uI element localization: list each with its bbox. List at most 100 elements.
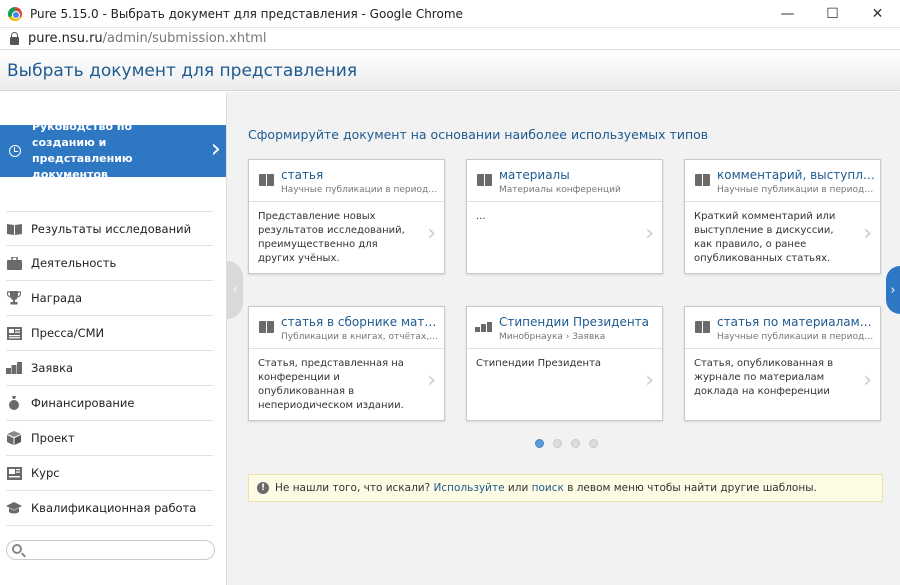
guide-button[interactable]: Руководство по созданию и представлению … xyxy=(0,120,226,181)
card-title[interactable]: статья по материалам конференции xyxy=(717,315,875,329)
carousel-next-button[interactable]: › xyxy=(886,266,900,314)
notice-text-after: в левом меню чтобы найти другие шаблоны. xyxy=(567,482,817,494)
book-icon xyxy=(695,321,710,333)
card-subtitle: Научные публикации в периодических издан… xyxy=(281,185,439,195)
chevron-right-icon[interactable]: › xyxy=(645,370,654,392)
money-icon xyxy=(475,322,493,332)
sidebar: Руководство по созданию и представлению … xyxy=(0,92,226,585)
card-title[interactable]: статья в сборнике материалов конференции xyxy=(281,315,439,329)
url-text[interactable]: pure.nsu.ru/admin/submission.xhtml xyxy=(28,31,266,46)
page-title: Выбрать документ для представления xyxy=(7,61,358,81)
chevron-right-icon[interactable]: › xyxy=(645,223,654,245)
sidebar-item-label: Заявка xyxy=(31,361,74,375)
template-card[interactable]: материалы Материалы конференций ... › xyxy=(466,159,663,274)
book-icon xyxy=(695,174,710,186)
chrome-icon xyxy=(8,6,22,21)
sidebar-item-thesis[interactable]: Квалификационная работа xyxy=(6,491,213,526)
help-notice: ! Не нашли того, что искали? Используйте… xyxy=(248,474,883,502)
clock-icon xyxy=(9,145,21,157)
book-icon xyxy=(477,174,492,186)
sidebar-item-label: Проект xyxy=(31,431,75,445)
book-icon xyxy=(259,321,274,333)
sidebar-item-course[interactable]: Курс xyxy=(6,456,213,491)
card-header: статья в сборнике материалов конференции… xyxy=(249,307,444,349)
address-bar[interactable]: pure.nsu.ru/admin/submission.xhtml xyxy=(0,28,900,50)
presentation-icon xyxy=(6,466,22,480)
chevron-right-icon[interactable]: › xyxy=(863,223,872,245)
card-description: Статья, представленная на конференции и … xyxy=(258,358,404,411)
window-controls: — ☐ ✕ xyxy=(765,0,900,28)
close-button[interactable]: ✕ xyxy=(855,0,900,28)
sidebar-search-input[interactable] xyxy=(6,540,215,560)
sidebar-item-label: Деятельность xyxy=(31,256,117,270)
lock-icon xyxy=(10,31,19,45)
pager-dot[interactable] xyxy=(553,439,562,448)
carousel-pager xyxy=(535,439,607,448)
card-header: Стипендии Президента Минобрнаука › Заявк… xyxy=(467,307,662,349)
newspaper-icon xyxy=(6,326,22,340)
card-title[interactable]: статья xyxy=(281,168,439,182)
template-card[interactable]: статья по материалам конференции Научные… xyxy=(684,306,881,421)
book-icon xyxy=(6,222,22,236)
template-card[interactable]: Стипендии Президента Минобрнаука › Заявк… xyxy=(466,306,663,421)
maximize-button[interactable]: ☐ xyxy=(810,0,855,28)
book-icon xyxy=(259,174,274,186)
url-path: /admin/submission.xhtml xyxy=(102,31,267,46)
chevron-left-icon: ‹ xyxy=(232,282,238,298)
sidebar-item-application[interactable]: Заявка xyxy=(6,351,213,386)
card-header: статья Научные публикации в периодически… xyxy=(249,160,444,202)
card-description: Краткий комментарий или выступление в ди… xyxy=(694,211,836,264)
sidebar-item-project[interactable]: Проект xyxy=(6,421,213,456)
main-panel: Сформируйте документ на основании наибол… xyxy=(226,92,900,585)
pager-dot[interactable] xyxy=(589,439,598,448)
briefcase-icon xyxy=(6,256,22,270)
card-subtitle: Публикации в книгах, отчётах, сборниках xyxy=(281,332,439,342)
sidebar-item-research-output[interactable]: Результаты исследований xyxy=(6,211,213,246)
card-title[interactable]: комментарий, выступление в дискуссии xyxy=(717,168,875,182)
chevron-right-icon[interactable]: › xyxy=(427,370,436,392)
card-description: Стипендии Президента xyxy=(476,358,602,369)
search-icon xyxy=(12,544,22,554)
window-titlebar: Pure 5.15.0 - Выбрать документ для предс… xyxy=(0,0,900,28)
sidebar-nav: Результаты исследований Деятельность Наг… xyxy=(6,211,213,526)
sidebar-item-award[interactable]: Награда xyxy=(6,281,213,316)
notice-link-search[interactable]: поиск xyxy=(532,482,564,494)
pager-dot[interactable] xyxy=(571,439,580,448)
page-header: Выбрать документ для представления xyxy=(0,51,900,91)
chevron-right-icon[interactable]: › xyxy=(863,370,872,392)
card-header: комментарий, выступление в дискуссии Нау… xyxy=(685,160,880,202)
card-title[interactable]: Стипендии Президента xyxy=(499,315,657,329)
notice-link-use[interactable]: Используйте xyxy=(434,482,505,494)
window-title: Pure 5.15.0 - Выбрать документ для предс… xyxy=(30,6,463,21)
card-title[interactable]: материалы xyxy=(499,168,657,182)
card-header: материалы Материалы конференций xyxy=(467,160,662,202)
moneybag-icon xyxy=(6,396,22,410)
guide-label: Руководство по созданию и представлению … xyxy=(32,120,133,181)
notice-text: Не нашли того, что искали? Используйте и… xyxy=(275,482,817,494)
sidebar-item-label: Курс xyxy=(31,466,60,480)
card-header: статья по материалам конференции Научные… xyxy=(685,307,880,349)
template-card[interactable]: комментарий, выступление в дискуссии Нау… xyxy=(684,159,881,274)
sidebar-item-press-media[interactable]: Пресса/СМИ xyxy=(6,316,213,351)
pager-dot[interactable] xyxy=(535,439,544,448)
sidebar-item-label: Квалификационная работа xyxy=(31,501,197,515)
sidebar-item-activity[interactable]: Деятельность xyxy=(6,246,213,281)
url-host: pure.nsu.ru xyxy=(28,31,103,46)
sidebar-item-label: Награда xyxy=(31,291,83,305)
sidebar-item-funding[interactable]: Финансирование xyxy=(6,386,213,421)
carousel-prev-button[interactable]: ‹ xyxy=(227,261,243,319)
card-subtitle: Научные публикации в периодических издан… xyxy=(717,332,875,342)
template-card[interactable]: статья Научные публикации в периодически… xyxy=(248,159,445,274)
minimize-button[interactable]: — xyxy=(765,0,810,28)
chevron-right-icon[interactable]: › xyxy=(427,223,436,245)
templates-heading: Сформируйте документ на основании наибол… xyxy=(248,127,709,142)
template-card[interactable]: статья в сборнике материалов конференции… xyxy=(248,306,445,421)
money-icon xyxy=(6,361,22,375)
chevron-right-icon: › xyxy=(890,282,896,298)
card-description: Статья, опубликованная в журнале по мате… xyxy=(694,358,834,397)
sidebar-item-label: Пресса/СМИ xyxy=(31,326,105,340)
card-subtitle: Материалы конференций xyxy=(499,185,621,195)
card-description: ... xyxy=(476,211,486,222)
graduation-cap-icon xyxy=(6,501,22,515)
card-subtitle: Минобрнаука › Заявка xyxy=(499,332,606,342)
